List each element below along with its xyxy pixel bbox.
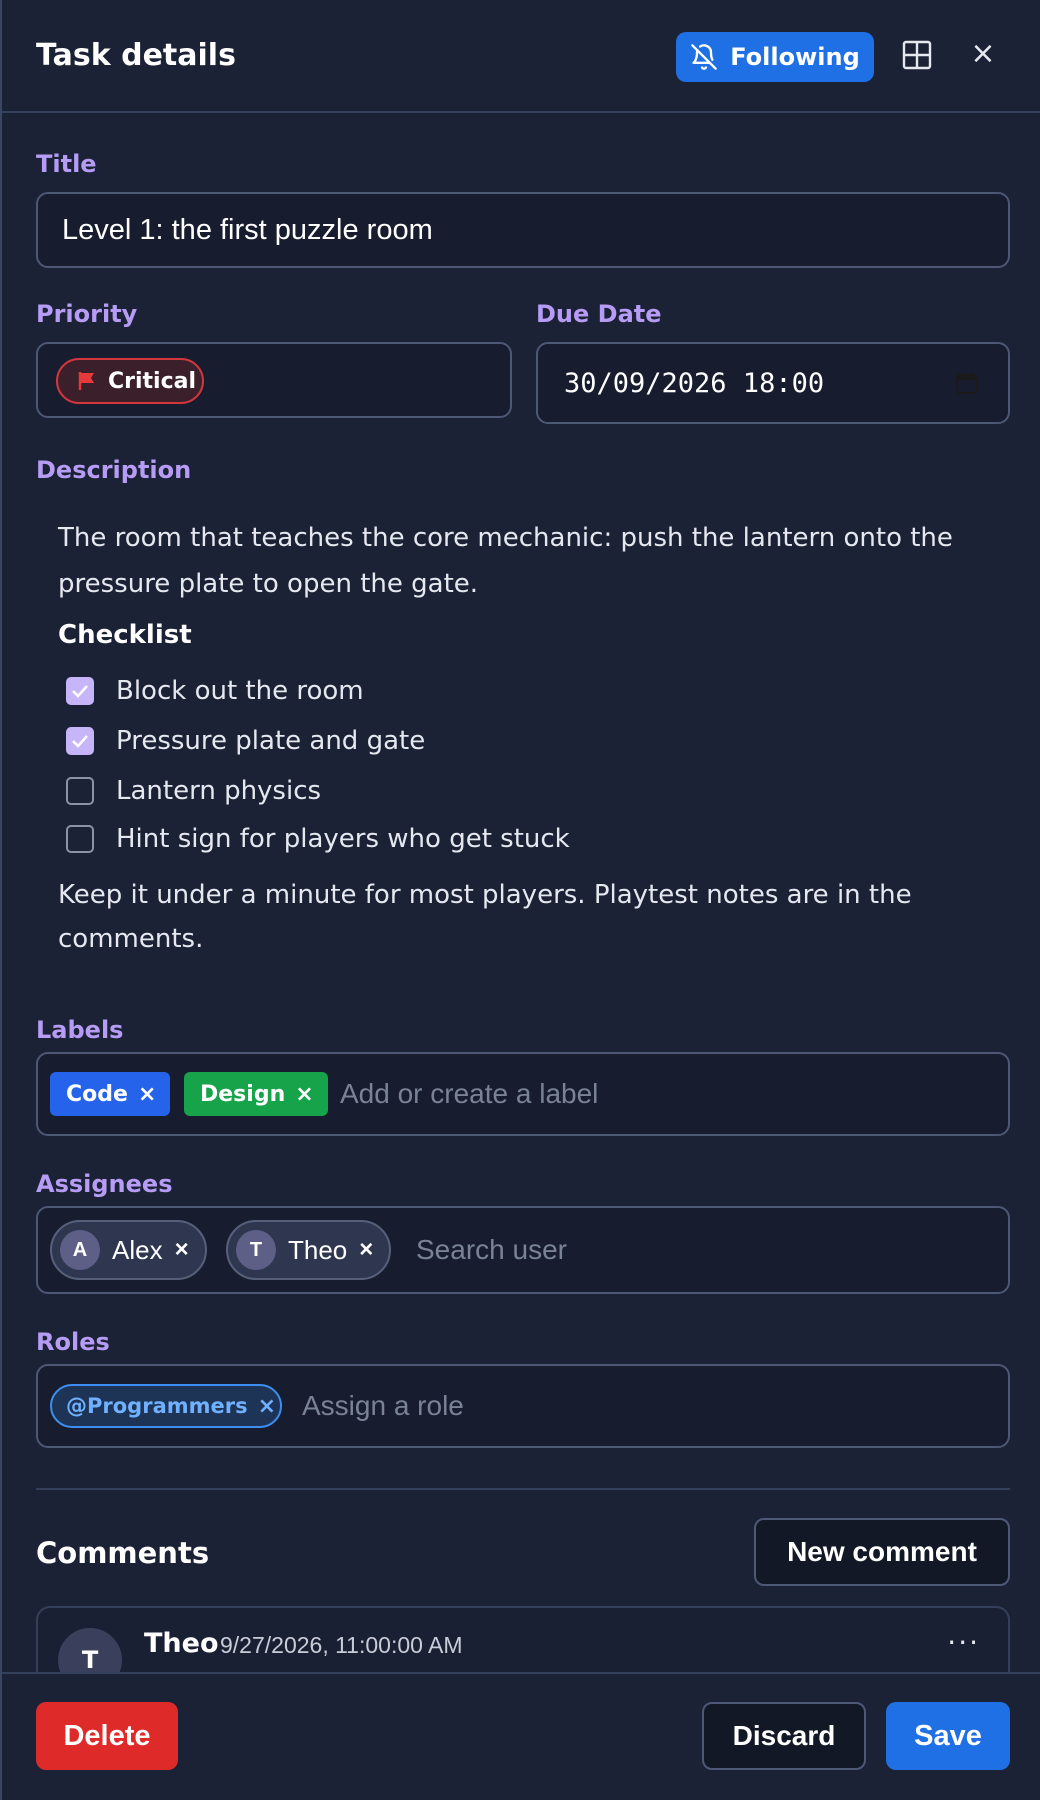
x-icon[interactable]: ×: [175, 1236, 189, 1264]
labels-input[interactable]: Code × Design × Add or create a label: [36, 1052, 1010, 1136]
checklist-item-label: Lantern physics: [116, 776, 322, 806]
label-chip-code: Code ×: [50, 1072, 171, 1116]
label-chip-design: Design ×: [184, 1072, 328, 1116]
checklist-item-label: Hint sign for players who get stuck: [116, 824, 570, 854]
panel-header: Task details Following ×: [2, 0, 1040, 113]
new-comment-button[interactable]: New comment: [754, 1518, 1010, 1586]
roles-placeholder[interactable]: Assign a role: [302, 1390, 464, 1422]
avatar: A: [60, 1230, 100, 1270]
description-outro: Keep it under a minute for most players.…: [58, 880, 912, 954]
discard-button[interactable]: Discard: [702, 1702, 866, 1770]
priority-value: Critical: [108, 368, 197, 394]
assignee-name: Theo: [288, 1234, 348, 1265]
description-label: Description: [36, 456, 192, 484]
assignees-label: Assignees: [36, 1170, 173, 1198]
title-input[interactable]: Level 1: the first puzzle room: [36, 192, 1010, 268]
comment-author: Theo: [144, 1628, 219, 1659]
save-button[interactable]: Save: [886, 1702, 1010, 1770]
close-icon[interactable]: ×: [968, 36, 998, 72]
due-date-value: 30/09/2026 18:00: [564, 367, 825, 399]
checklist-item[interactable]: Hint sign for players who get stuck: [66, 822, 570, 856]
task-details-panel: Task details Following × Title Level 1: …: [0, 0, 1040, 1800]
panel-footer: Delete Discard Save: [2, 1672, 1040, 1800]
delete-button[interactable]: Delete: [36, 1702, 178, 1770]
comments-title: Comments: [36, 1536, 210, 1570]
checklist-item[interactable]: Block out the room: [66, 674, 364, 708]
assignees-input[interactable]: A Alex × T Theo × Search user: [36, 1206, 1010, 1294]
priority-badge: Critical: [56, 358, 204, 404]
checklist-item-label: Pressure plate and gate: [116, 726, 426, 756]
assignees-placeholder[interactable]: Search user: [416, 1234, 567, 1266]
roles-input[interactable]: @Programmers × Assign a role: [36, 1364, 1010, 1448]
labels-placeholder[interactable]: Add or create a label: [340, 1078, 598, 1110]
roles-label: Roles: [36, 1328, 110, 1356]
layout-grid-icon[interactable]: [900, 38, 934, 72]
due-date-input[interactable]: 30/09/2026 18:00: [536, 342, 1010, 424]
comment-timestamp: 9/27/2026, 11:00:00 AM: [220, 1632, 463, 1658]
x-icon[interactable]: ×: [258, 1394, 276, 1419]
label-chip-name: Code: [66, 1081, 128, 1107]
flag-icon: [78, 372, 94, 390]
calendar-icon[interactable]: [954, 370, 980, 396]
checklist-item[interactable]: Pressure plate and gate: [66, 724, 425, 758]
checklist-item-label: Block out the room: [116, 676, 364, 706]
panel-title: Task details: [36, 38, 236, 73]
checklist-item[interactable]: Lantern physics: [66, 774, 321, 808]
checklist-heading: Checklist: [58, 620, 192, 650]
label-chip-name: Design: [200, 1081, 286, 1107]
role-chip: @Programmers ×: [50, 1384, 282, 1428]
avatar: T: [236, 1230, 276, 1270]
x-icon[interactable]: ×: [138, 1082, 156, 1107]
following-button[interactable]: Following: [676, 32, 874, 82]
checkbox-unchecked[interactable]: [66, 777, 94, 805]
divider: [36, 1488, 1010, 1490]
bell-off-icon: [691, 44, 718, 70]
description-intro: The room that teaches the core mechanic:…: [58, 523, 953, 599]
checkbox-unchecked[interactable]: [66, 825, 94, 853]
more-horizontal-icon[interactable]: ···: [947, 1626, 980, 1659]
assignee-chip: A Alex ×: [50, 1220, 207, 1280]
priority-label: Priority: [36, 300, 138, 328]
assignee-chip: T Theo ×: [226, 1220, 392, 1280]
following-label: Following: [730, 43, 860, 71]
due-date-label: Due Date: [536, 300, 662, 328]
check-icon: [72, 735, 88, 748]
role-chip-name: @Programmers: [66, 1394, 248, 1418]
checkbox-checked[interactable]: [66, 677, 94, 705]
x-icon[interactable]: ×: [359, 1236, 373, 1264]
check-icon: [72, 685, 88, 698]
title-label: Title: [36, 150, 97, 178]
assignee-name: Alex: [112, 1234, 163, 1265]
x-icon[interactable]: ×: [295, 1082, 313, 1107]
labels-label: Labels: [36, 1016, 124, 1044]
checkbox-checked[interactable]: [66, 727, 94, 755]
priority-select[interactable]: Critical: [36, 342, 512, 418]
